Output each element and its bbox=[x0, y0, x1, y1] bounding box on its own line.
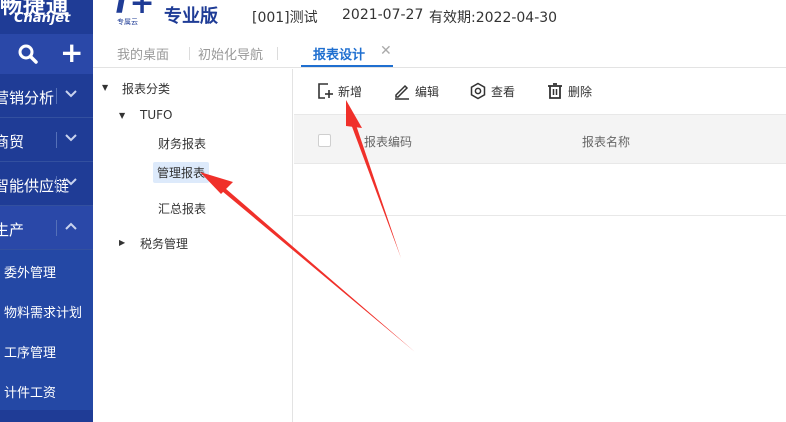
search-icon[interactable] bbox=[18, 43, 38, 65]
grid-empty-row bbox=[294, 165, 786, 216]
add-button-label: 新增 bbox=[338, 85, 363, 99]
select-all-checkbox[interactable] bbox=[318, 134, 331, 147]
sidebar-item-label: 商贸 bbox=[0, 133, 25, 151]
sidebar-menu: 营销分析 商贸 智能供应链 生产 委外管理 物料需求计划 工序管理 计件工资 bbox=[0, 74, 93, 410]
login-date: 2021-07-27 bbox=[342, 7, 424, 23]
view-button-label: 查看 bbox=[491, 85, 516, 99]
divider bbox=[56, 220, 57, 236]
toolbar: 新增 编辑 查看 删除 bbox=[294, 69, 786, 113]
caret-down-icon[interactable]: ▼ bbox=[119, 111, 125, 120]
sidebar-item-label: 营销分析 bbox=[0, 89, 55, 107]
gear-icon bbox=[470, 82, 486, 100]
logo-subtext: Chanjet bbox=[14, 11, 71, 26]
divider bbox=[189, 47, 190, 60]
trash-icon bbox=[548, 83, 562, 99]
sidebar-item-label: 生产 bbox=[0, 221, 25, 239]
tree-node-tufo[interactable]: TUFO bbox=[140, 108, 172, 122]
delete-button-label: 删除 bbox=[568, 85, 593, 99]
tree-node-summary-report[interactable]: 汇总报表 bbox=[158, 200, 206, 217]
sidebar-subitem-outsourcing[interactable]: 委外管理 bbox=[0, 250, 93, 290]
logo: 畅捷通 Chanjet bbox=[0, 0, 93, 34]
grid-header: 报表编码 报表名称 bbox=[294, 114, 786, 164]
divider bbox=[277, 47, 278, 60]
tab-report-design[interactable]: 报表设计 bbox=[313, 44, 365, 63]
caret-right-icon[interactable]: ▶ bbox=[119, 238, 125, 247]
chevron-down-icon bbox=[65, 90, 77, 98]
sidebar-subitem-mrp[interactable]: 物料需求计划 bbox=[0, 290, 93, 330]
sidebar-subitem-process[interactable]: 工序管理 bbox=[0, 330, 93, 370]
account-label[interactable]: [001]测试 bbox=[252, 7, 318, 27]
top-bar: T+ 专属云 专业版 [001]测试 2021-07-27 有效期:2022-0… bbox=[93, 0, 786, 34]
product-edition: 专业版 bbox=[164, 6, 218, 27]
sidebar-subitem-label: 物料需求计划 bbox=[4, 306, 83, 321]
sidebar: 畅捷通 Chanjet + 营销分析 商贸 智能供应链 生产 委外管理 物料需求… bbox=[0, 0, 93, 422]
sidebar-item-production[interactable]: 生产 bbox=[0, 206, 93, 250]
add-icon[interactable]: + bbox=[60, 39, 83, 67]
sidebar-submenu-production: 委外管理 物料需求计划 工序管理 计件工资 bbox=[0, 250, 93, 410]
add-document-icon bbox=[318, 83, 333, 99]
tree-node-tax-management[interactable]: 税务管理 bbox=[140, 235, 188, 252]
sidebar-subitem-label: 计件工资 bbox=[4, 386, 57, 401]
sidebar-toolbar: + bbox=[0, 34, 93, 74]
tree-node-report-category[interactable]: 报表分类 bbox=[122, 80, 170, 97]
sidebar-item-supply-chain[interactable]: 智能供应链 bbox=[0, 162, 93, 206]
close-icon[interactable]: ✕ bbox=[380, 43, 392, 59]
caret-down-icon[interactable]: ▼ bbox=[102, 83, 108, 92]
license-validity: 有效期:2022-04-30 bbox=[429, 10, 558, 26]
chevron-down-icon bbox=[65, 178, 77, 186]
sidebar-subitem-piece-wage[interactable]: 计件工资 bbox=[0, 370, 93, 410]
product-logo-subtext: 专属云 bbox=[117, 18, 138, 26]
active-tab-indicator bbox=[301, 65, 393, 67]
tab-my-desktop[interactable]: 我的桌面 bbox=[117, 44, 169, 63]
app-window: 畅捷通 Chanjet + 营销分析 商贸 智能供应链 生产 委外管理 物料需求… bbox=[0, 0, 786, 422]
sidebar-subitem-label: 工序管理 bbox=[4, 346, 57, 361]
column-header-report-code[interactable]: 报表编码 bbox=[364, 133, 412, 150]
tab-bar: 我的桌面 初始化导航 报表设计 ✕ bbox=[93, 34, 786, 68]
chevron-up-icon bbox=[65, 222, 77, 230]
divider bbox=[56, 132, 57, 148]
sidebar-item-marketing-analysis[interactable]: 营销分析 bbox=[0, 74, 93, 118]
main-pane: 新增 编辑 查看 删除 报表编码 报表名称 bbox=[294, 69, 786, 422]
sidebar-item-label: 智能供应链 bbox=[0, 177, 70, 195]
tree-node-financial-report[interactable]: 财务报表 bbox=[158, 135, 206, 152]
tree-node-management-report[interactable]: 管理报表 bbox=[153, 162, 210, 183]
sidebar-item-trade[interactable]: 商贸 bbox=[0, 118, 93, 162]
sidebar-subitem-label: 委外管理 bbox=[4, 266, 57, 281]
pencil-icon bbox=[395, 84, 409, 100]
column-header-report-name[interactable]: 报表名称 bbox=[582, 133, 630, 150]
divider bbox=[56, 176, 57, 192]
report-category-tree: ▼ 报表分类 ▼ TUFO 财务报表 管理报表 汇总报表 ▶ 税务管理 bbox=[93, 69, 293, 422]
chevron-down-icon bbox=[65, 134, 77, 142]
divider bbox=[56, 88, 57, 104]
tab-init-navigation[interactable]: 初始化导航 bbox=[198, 44, 263, 63]
edit-button-label: 编辑 bbox=[415, 85, 440, 99]
